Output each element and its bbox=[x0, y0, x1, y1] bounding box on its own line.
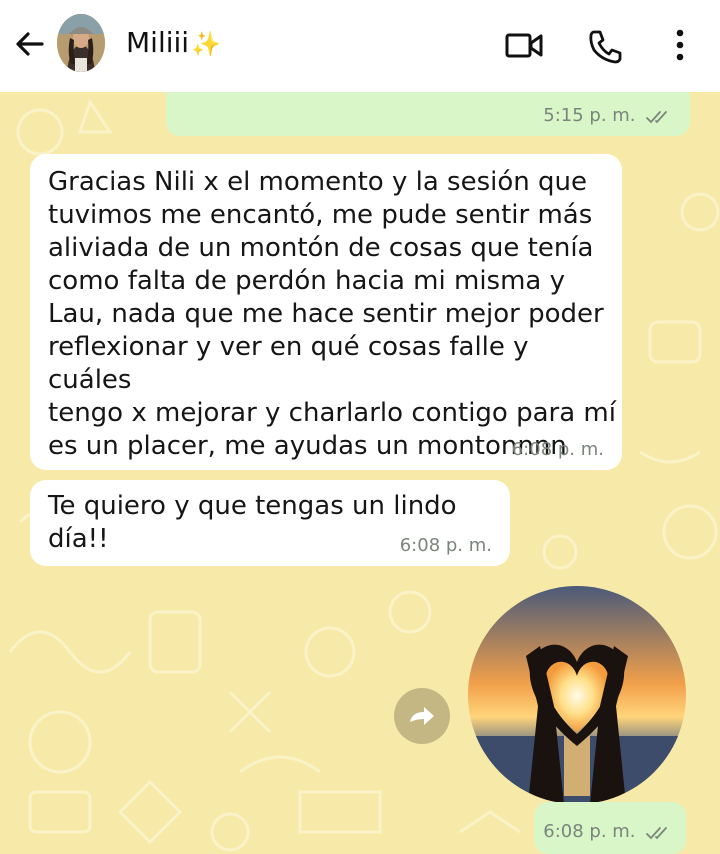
message-text: Gracias Nili x el momento y la sesión qu… bbox=[48, 167, 616, 461]
read-ticks-icon bbox=[646, 110, 667, 124]
outgoing-message-meta[interactable]: 6:08 p. m. bbox=[534, 802, 686, 854]
message-time: 5:15 p. m. bbox=[543, 105, 636, 126]
message-time: 6:08 p. m. bbox=[399, 535, 492, 556]
message-meta: 6:08 p. m. bbox=[512, 439, 604, 460]
sparkles-emoji: ✨ bbox=[191, 30, 221, 58]
incoming-message[interactable]: Gracias Nili x el momento y la sesión qu… bbox=[30, 154, 622, 470]
message-time: 6:08 p. m. bbox=[543, 821, 636, 842]
contact-name-text: Miliii bbox=[126, 26, 190, 59]
video-call-icon[interactable] bbox=[502, 24, 546, 68]
heart-hands-sunset-image[interactable] bbox=[468, 586, 686, 804]
outgoing-message[interactable]: 5:15 p. m. bbox=[166, 92, 690, 136]
more-vert-icon[interactable] bbox=[658, 24, 702, 68]
incoming-message[interactable]: Te quiero y que tengas un lindo día!! 6:… bbox=[30, 480, 510, 566]
avatar[interactable] bbox=[57, 14, 105, 72]
chat-header: Miliii✨ bbox=[0, 0, 720, 92]
read-ticks-icon bbox=[646, 826, 667, 840]
arrow-left-icon[interactable] bbox=[12, 26, 48, 62]
forward-icon[interactable] bbox=[394, 688, 450, 744]
message-meta: 6:08 p. m. bbox=[543, 821, 672, 842]
message-meta: 5:15 p. m. bbox=[543, 105, 672, 126]
contact-name[interactable]: Miliii✨ bbox=[126, 26, 221, 59]
phone-icon[interactable] bbox=[584, 24, 628, 68]
message-time: 6:08 p. m. bbox=[511, 439, 604, 460]
chat-area[interactable]: 5:15 p. m. Gracias Nili x el momento y l… bbox=[0, 92, 720, 854]
message-meta: 6:08 p. m. bbox=[400, 535, 492, 556]
